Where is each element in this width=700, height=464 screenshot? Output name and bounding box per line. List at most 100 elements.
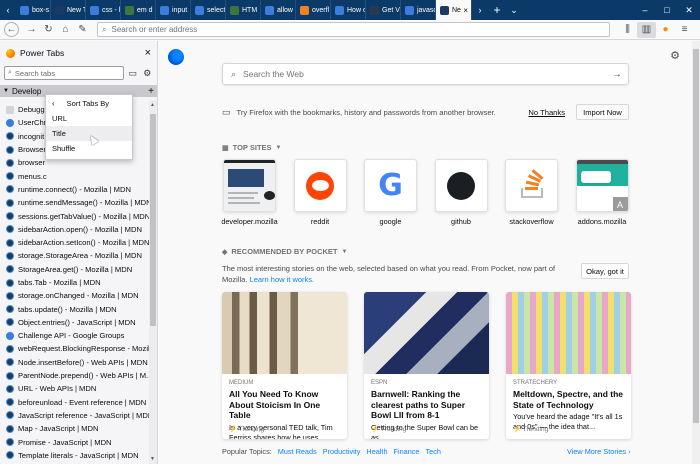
browser-tab[interactable]: New T	[51, 0, 86, 20]
chevron-down-icon[interactable]: ▼	[342, 249, 348, 255]
import-now-button[interactable]: Import Now	[576, 104, 629, 120]
sidebar-tab-item[interactable]: menus.c	[0, 169, 150, 182]
sidebar-scrollbar-thumb[interactable]	[150, 114, 156, 326]
browser-tab[interactable]: box-s	[16, 0, 51, 20]
sidebar-tab-item[interactable]: sessions.getTabValue() - Mozilla | MDN	[0, 209, 150, 222]
sidebar-tab-item[interactable]: sidebarAction.setIcon() - Mozilla | MDN	[0, 236, 150, 249]
menu-icon[interactable]: ≡	[675, 22, 694, 38]
scroll-tabs-right-icon[interactable]: ›	[472, 0, 488, 20]
close-window-icon[interactable]: ✕	[678, 0, 700, 20]
sidebar-tab-item[interactable]: JavaScript reference - JavaScript | MDN	[0, 409, 150, 422]
learn-how-link[interactable]: Learn how it works.	[250, 275, 315, 284]
sidebar-tab-item[interactable]: webRequest.BlockingResponse - Mozil...	[0, 342, 150, 355]
browser-tab[interactable]: css - l	[86, 0, 121, 20]
search-web-input[interactable]: ⌕ Search the Web →	[222, 63, 629, 85]
sidebar-tab-item[interactable]: Challenge API - Google Groups	[0, 329, 150, 342]
browser-tab[interactable]: overfl	[296, 0, 331, 20]
tab-favicon-icon	[6, 198, 14, 207]
sidebar-tab-item[interactable]: tabs.Tab - Mozilla | MDN	[0, 276, 150, 289]
tab-favicon-icon	[6, 451, 14, 460]
page-scrollbar[interactable]	[692, 41, 700, 464]
no-thanks-link[interactable]: No Thanks	[528, 108, 565, 117]
url-bar[interactable]: ⌕ Search or enter address	[97, 22, 610, 37]
folder-icon[interactable]: ▭	[127, 67, 139, 79]
topic-link[interactable]: Productivity	[323, 447, 361, 456]
sidebar-tab-label: runtime.connect() - Mozilla | MDN	[18, 184, 131, 194]
top-sites-header[interactable]: ▦ TOP SITES ▼	[222, 143, 281, 152]
sort-option-url[interactable]: URL	[46, 111, 132, 126]
story-card[interactable]: ESPN Barnwell: Ranking the clearest path…	[364, 292, 489, 439]
top-site-stackoverflow[interactable]: stackoverflow	[504, 159, 559, 226]
trending-indicator: ⚡ Trending	[371, 425, 406, 433]
browser-tab[interactable]: javasc	[401, 0, 436, 20]
browser-tab[interactable]: HTM	[226, 0, 261, 20]
add-tab-icon[interactable]: +	[145, 86, 157, 97]
sidebar-tab-item[interactable]: storage.onChanged - Mozilla | MDN	[0, 289, 150, 302]
sidebar-tab-item[interactable]: tabs.update() - Mozilla | MDN	[0, 302, 150, 315]
browser-tab[interactable]: select	[191, 0, 226, 20]
browser-tab[interactable]: How c	[331, 0, 366, 20]
sidebar-tab-item[interactable]: Node.insertBefore() - Web APIs | MDN	[0, 356, 150, 369]
top-site-developer-mozilla[interactable]: developer.mozilla	[221, 159, 278, 226]
topic-link[interactable]: Health	[366, 447, 387, 456]
sidebar-tab-item[interactable]: Template literals - JavaScript | MDN	[0, 449, 150, 462]
sidebar-tab-item[interactable]: URL - Web APIs | MDN	[0, 382, 150, 395]
top-site-addons-mozilla[interactable]: A addons.mozilla	[575, 159, 630, 226]
scroll-tabs-left-icon[interactable]: ‹	[0, 0, 16, 20]
browser-tab[interactable]: allow	[261, 0, 296, 20]
home-button[interactable]: ⌂	[57, 22, 74, 38]
story-card[interactable]: MEDIUM All You Need To Know About Stoici…	[222, 292, 347, 439]
browser-tab[interactable]: Ne ×	[436, 0, 472, 20]
sidebar-scrollbar[interactable]: ▲ ▼	[149, 100, 157, 464]
story-card[interactable]: STRATECHERY Meltdown, Spectre, and the S…	[506, 292, 631, 439]
sidebar-tab-item[interactable]: storage.StorageArea - Mozilla | MDN	[0, 249, 150, 262]
forward-button[interactable]: →	[23, 22, 40, 38]
topic-link[interactable]: Finance	[394, 447, 420, 456]
view-more-stories-link[interactable]: View More Stories ›	[567, 447, 631, 456]
chevron-down-icon[interactable]: ▼	[276, 145, 282, 151]
topic-link[interactable]: Tech	[425, 447, 440, 456]
back-button[interactable]: ←	[4, 22, 19, 37]
top-site-google[interactable]: G google	[363, 159, 418, 226]
pocket-header[interactable]: ◆ RECOMMENDED BY POCKET ▼	[222, 247, 347, 256]
reload-button[interactable]: ↻	[40, 22, 57, 38]
back-chevron-icon[interactable]: ‹	[52, 99, 55, 108]
browser-tab[interactable]: input	[156, 0, 191, 20]
maximize-icon[interactable]: □	[656, 0, 678, 20]
sidebar-tab-item[interactable]: StorageArea.get() - Mozilla | MDN	[0, 263, 150, 276]
tile-thumbnail	[434, 159, 488, 212]
browser-tab[interactable]: Get V	[366, 0, 401, 20]
minimize-icon[interactable]: –	[634, 0, 656, 20]
sort-option-shuffle[interactable]: Shuffle	[46, 141, 132, 156]
top-site-reddit[interactable]: reddit	[293, 159, 348, 226]
topic-link[interactable]: Must Reads	[278, 447, 317, 456]
sidebar-tab-item[interactable]: beforeunload - Event reference | MDN	[0, 396, 150, 409]
search-go-arrow-icon[interactable]: →	[612, 69, 622, 80]
sidebar-toggle-icon[interactable]: ▥	[637, 21, 656, 38]
page-scrollbar-thumb[interactable]	[693, 49, 699, 423]
new-tab-icon[interactable]: +	[488, 0, 506, 20]
scroll-up-icon[interactable]: ▲	[150, 102, 155, 108]
close-sidebar-icon[interactable]: ×	[145, 47, 151, 59]
sidebar-tab-item[interactable]: Promise - JavaScript | MDN	[0, 435, 150, 448]
sidebar-tab-item[interactable]: ParentNode.prepend() - Web APIs | M...	[0, 369, 150, 382]
sidebar-tab-item[interactable]: sidebarAction.open() - Mozilla | MDN	[0, 223, 150, 236]
settings-gear-icon[interactable]: ⚙	[670, 49, 680, 62]
customize-icon[interactable]: ✎	[74, 22, 91, 38]
sidebar-tab-item[interactable]: runtime.connect() - Mozilla | MDN	[0, 183, 150, 196]
close-tab-icon[interactable]: ×	[463, 6, 468, 15]
browser-tab[interactable]: em d	[121, 0, 156, 20]
sidebar-tab-label: storage.onChanged - Mozilla | MDN	[18, 291, 139, 301]
library-icon[interactable]: ⫼	[618, 22, 637, 38]
sidebar-tab-item[interactable]: Object.entries() - JavaScript | MDN	[0, 316, 150, 329]
scroll-down-icon[interactable]: ▼	[150, 456, 155, 462]
sidebar-tab-item[interactable]: Map - JavaScript | MDN	[0, 422, 150, 435]
gear-icon[interactable]: ⚙	[142, 67, 154, 79]
all-tabs-chevron-icon[interactable]: ⌄	[506, 0, 522, 20]
sidebar-tab-item[interactable]: runtime.sendMessage() - Mozilla | MDN	[0, 196, 150, 209]
power-tabs-icon[interactable]: ●	[656, 22, 675, 38]
top-site-github[interactable]: github	[434, 159, 489, 226]
search-tabs-input[interactable]: ⌕ Search tabs	[4, 66, 124, 80]
chevron-down-icon[interactable]: ▼	[3, 88, 9, 94]
okay-got-it-button[interactable]: Okay, got it	[581, 263, 629, 279]
